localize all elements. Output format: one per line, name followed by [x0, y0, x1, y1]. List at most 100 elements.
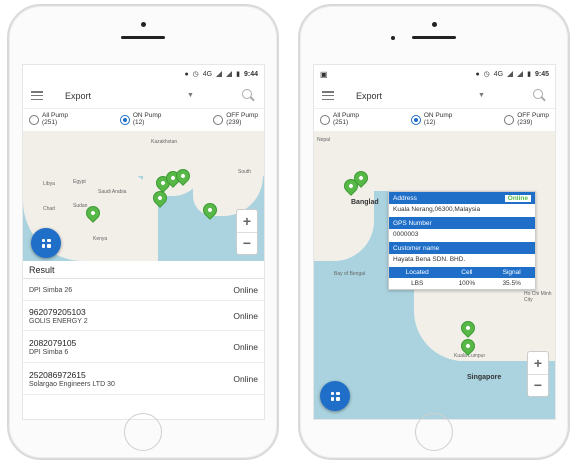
status-bar: ● ◷ 4G ▮ 9:44 [23, 65, 264, 83]
zoom-out-button[interactable]: − [237, 231, 257, 255]
search-icon[interactable] [533, 88, 547, 103]
address-label: Address [393, 194, 417, 202]
address-value: Kuala Nerang,06300,Malaysia [393, 206, 481, 213]
right-phone: ▣ ● ◷ 4G ▮ 9:45 Export ▼ All Pump (251) O… [298, 4, 570, 460]
network-type: 4G [493, 70, 504, 78]
radio-count: (239) [226, 119, 242, 126]
network-type: 4G [202, 70, 213, 78]
alarm-icon: ◷ [192, 71, 199, 78]
search-icon[interactable] [242, 88, 256, 103]
zoom-control: + − [527, 351, 549, 397]
radio-on-pump[interactable]: ON Pump (12) [119, 112, 161, 127]
gps-value: 0000003 [393, 231, 419, 238]
zoom-control: + − [236, 209, 258, 255]
map-label: Banglad [351, 199, 379, 206]
status-time: 9:45 [534, 70, 549, 78]
table-cell: LBS [411, 280, 424, 287]
list-item[interactable]: 962079205103 GOLIS ENERGY 2 Online [23, 301, 264, 331]
result-title: Result [23, 261, 264, 279]
pump-filter: All Pump (251) ON Pump (12) OFF Pump (239) [314, 109, 555, 131]
pump-filter: All Pump (251) ON Pump (12) OFF Pump (239) [23, 109, 264, 131]
table-header: Cell [445, 267, 489, 278]
speaker [412, 36, 456, 39]
fullscreen-button[interactable] [31, 228, 61, 258]
list-item[interactable]: 2082079105 DPI Simba 6 Online [23, 331, 264, 363]
battery-icon: ▮ [236, 71, 240, 78]
radio-icon[interactable] [119, 115, 130, 125]
location-icon: ● [184, 70, 189, 78]
radio-off-pump[interactable]: OFF Pump (239) [504, 112, 549, 127]
radio-all-pump[interactable]: All Pump (251) [320, 112, 359, 127]
map-label: Chad [43, 206, 55, 212]
home-button[interactable] [124, 413, 162, 451]
radio-count: (12) [423, 119, 436, 126]
left-screen: ● ◷ 4G ▮ 9:44 Export ▼ All Pump (251) ON … [22, 64, 265, 420]
home-button[interactable] [415, 413, 453, 451]
signal-icon [507, 71, 514, 77]
status-label: Online [233, 373, 258, 384]
pump-number: 252086972615 [29, 369, 86, 380]
table-cell: 100% [458, 280, 476, 287]
map-label: Kazakhstan [151, 139, 178, 145]
radio-icon[interactable] [29, 115, 39, 125]
popup-header: Address Online [389, 192, 535, 204]
pump-number: 2082079105 [29, 337, 77, 348]
zoom-in-button[interactable]: + [528, 352, 548, 374]
list-item[interactable]: DPI Simba 26 Online [23, 279, 264, 301]
map-label: Egypt [73, 179, 86, 185]
alarm-icon: ◷ [483, 71, 490, 78]
signal-icon [216, 71, 223, 77]
export-select[interactable]: Export [356, 91, 476, 101]
signal-icon [517, 71, 524, 77]
gps-label: GPS Number [389, 217, 535, 229]
status-label: Online [233, 310, 258, 321]
chevron-down-icon[interactable]: ▼ [478, 92, 485, 99]
map-label: Singapore [467, 374, 502, 381]
radio-on-pump[interactable]: ON Pump (12) [410, 112, 452, 127]
pump-info-popup: Address Online Kuala Nerang,06300,Malays… [388, 191, 536, 290]
list-item[interactable]: 252086972615 Solargao Engineers LTD 30 O… [23, 363, 264, 395]
fullscreen-button[interactable] [320, 381, 350, 411]
menu-icon[interactable] [322, 91, 334, 100]
camera [141, 22, 146, 27]
chevron-down-icon[interactable]: ▼ [187, 92, 194, 99]
radio-all-pump[interactable]: All Pump (251) [29, 112, 68, 127]
right-screen: ▣ ● ◷ 4G ▮ 9:45 Export ▼ All Pump (251) O… [313, 64, 556, 420]
map-label: South [238, 169, 252, 175]
export-select[interactable]: Export [65, 91, 185, 101]
map[interactable]: Nepal Banglad Bay of Bengal Ho Chi Minh … [314, 131, 555, 419]
image-icon: ▣ [320, 69, 328, 79]
map[interactable]: Kazakhstan Libya Egypt Chad Sudan Saudi … [23, 131, 264, 261]
status-label: Online [233, 341, 258, 352]
map-label: Bay of Bengal [334, 271, 366, 277]
map-label: Nepal [317, 137, 331, 143]
radio-count: (251) [333, 119, 349, 126]
zoom-in-button[interactable]: + [237, 210, 257, 232]
status-label: Online [233, 284, 258, 295]
radio-count: (239) [517, 119, 533, 126]
zoom-out-button[interactable]: − [528, 373, 548, 397]
pump-number: 962079205103 [29, 306, 86, 317]
location-icon: ● [475, 70, 480, 78]
signal-table: Located Cell Signal LBS 100% 35.5% [389, 267, 535, 289]
map-label: Libya [43, 181, 55, 187]
map-label: Saudi Arabia [98, 189, 127, 195]
map-label: Sudan [73, 203, 88, 209]
signal-icon [226, 71, 233, 77]
radio-icon[interactable] [320, 115, 330, 125]
radio-off-pump[interactable]: OFF Pump (239) [213, 112, 258, 127]
map-label: Kenya [93, 236, 108, 242]
battery-icon: ▮ [527, 71, 531, 78]
radio-icon[interactable] [213, 115, 224, 125]
toolbar: Export ▼ [23, 83, 264, 109]
radio-count: (251) [42, 119, 58, 126]
radio-count: (12) [132, 119, 145, 126]
menu-icon[interactable] [31, 91, 43, 100]
customer-value: Hayata Bena SDN. BHD. [393, 256, 466, 263]
camera [432, 22, 437, 27]
pump-name: DPI Simba 6 [29, 348, 69, 356]
status-bar: ▣ ● ◷ 4G ▮ 9:45 [314, 65, 555, 83]
pump-name: DPI Simba 26 [29, 286, 73, 294]
radio-icon[interactable] [410, 115, 421, 125]
radio-icon[interactable] [504, 115, 515, 125]
